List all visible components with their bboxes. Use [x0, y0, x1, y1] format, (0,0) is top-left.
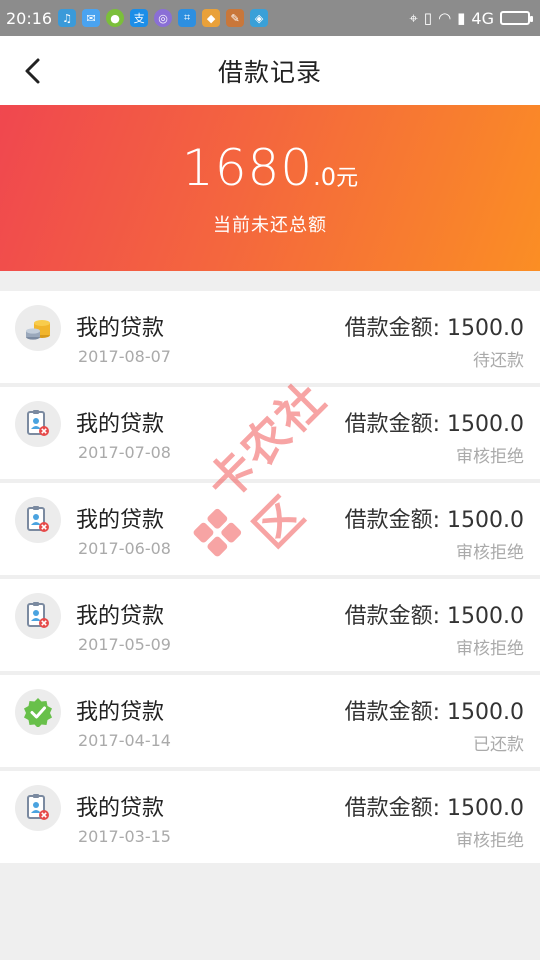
record-status: 审核拒绝 — [456, 543, 524, 563]
record-amount: 借款金额: 1500.0 — [344, 316, 524, 341]
status-right: ⌖ ▯ ◠ ▮ 4G — [409, 8, 533, 28]
record-status: 审核拒绝 — [456, 447, 524, 467]
check-badge-icon — [15, 689, 61, 735]
amount-unit: 元 — [336, 166, 359, 191]
record-date: 2017-08-07 — [78, 347, 171, 366]
rejected-id-icon — [15, 593, 61, 639]
record-name: 我的贷款 — [76, 796, 165, 821]
page-title: 借款记录 — [217, 57, 322, 87]
pen-icon: ✎ — [226, 9, 245, 27]
record-name: 我的贷款 — [76, 508, 165, 533]
record-date: 2017-07-08 — [78, 443, 171, 462]
alipay-icon: 支 — [130, 9, 149, 27]
record-date: 2017-05-09 — [78, 635, 171, 654]
status-bar: 20:16 ♫ ✉ ● 支 ◎ ⌗ ◆ ✎ ◈ ⌖ ▯ ◠ ▮ 4G — [0, 0, 540, 36]
rejected-id-icon — [15, 785, 61, 831]
outstanding-amount: 1680 .0 元 — [182, 139, 358, 197]
record-status: 审核拒绝 — [456, 639, 524, 659]
chat-icon: ✉ — [82, 9, 101, 27]
status-time: 20:16 — [6, 8, 53, 28]
outstanding-summary: 1680 .0 元 当前未还总额 — [0, 105, 540, 271]
back-button[interactable] — [16, 51, 48, 91]
record-amount: 借款金额: 1500.0 — [344, 796, 524, 821]
record-name: 我的贷款 — [76, 700, 165, 725]
battery-icon — [500, 11, 533, 25]
record-status: 待还款 — [473, 351, 524, 371]
nav-bar: 借款记录 — [0, 36, 540, 105]
record-name: 我的贷款 — [76, 316, 165, 341]
loan-record-item[interactable]: 我的贷款 2017-06-08 借款金额: 1500.0 审核拒绝 — [0, 483, 540, 575]
loan-record-list: 我的贷款 2017-08-07 借款金额: 1500.0 待还款 我的贷款 20… — [0, 291, 540, 863]
loan-record-item[interactable]: 我的贷款 2017-03-15 借款金额: 1500.0 审核拒绝 — [0, 771, 540, 863]
circle-app-icon: ● — [106, 9, 125, 27]
chevron-left-icon — [25, 58, 40, 83]
record-amount: 借款金额: 1500.0 — [344, 604, 524, 629]
record-status: 审核拒绝 — [456, 831, 524, 851]
loan-record-item[interactable]: 我的贷款 2017-04-14 借款金额: 1500.0 已还款 — [0, 675, 540, 767]
loan-record-item[interactable]: 我的贷款 2017-08-07 借款金额: 1500.0 待还款 — [0, 291, 540, 383]
scan-icon: ⌗ — [178, 9, 197, 27]
record-date: 2017-06-08 — [78, 539, 171, 558]
network-type: 4G — [471, 8, 494, 28]
browser-icon: ◎ — [154, 9, 173, 27]
signal-icon: ▮ — [457, 8, 466, 27]
record-date: 2017-03-15 — [78, 827, 171, 846]
record-name: 我的贷款 — [76, 604, 165, 629]
amount-integer: 1680 — [181, 139, 314, 197]
rejected-id-icon — [15, 401, 61, 447]
record-status: 已还款 — [473, 735, 524, 755]
loan-record-item[interactable]: 我的贷款 2017-07-08 借款金额: 1500.0 审核拒绝 — [0, 387, 540, 479]
status-left: 20:16 ♫ ✉ ● 支 ◎ ⌗ ◆ ✎ ◈ — [6, 8, 269, 28]
wifi-icon: ◠ — [438, 8, 452, 27]
outstanding-label: 当前未还总额 — [213, 215, 327, 236]
loan-record-item[interactable]: 我的贷款 2017-05-09 借款金额: 1500.0 审核拒绝 — [0, 579, 540, 671]
record-amount: 借款金额: 1500.0 — [344, 412, 524, 437]
location-icon: ⌖ — [409, 8, 418, 27]
record-amount: 借款金额: 1500.0 — [344, 700, 524, 725]
record-amount: 借款金额: 1500.0 — [344, 508, 524, 533]
coins-icon — [15, 305, 61, 351]
amount-decimal: .0 — [313, 163, 337, 191]
record-name: 我的贷款 — [76, 412, 165, 437]
map-icon: ◈ — [250, 9, 269, 27]
rejected-id-icon — [15, 497, 61, 543]
vibrate-icon: ▯ — [423, 8, 433, 27]
record-date: 2017-04-14 — [78, 731, 171, 750]
app-icon: ◆ — [202, 9, 221, 27]
headset-icon: ♫ — [58, 9, 77, 27]
